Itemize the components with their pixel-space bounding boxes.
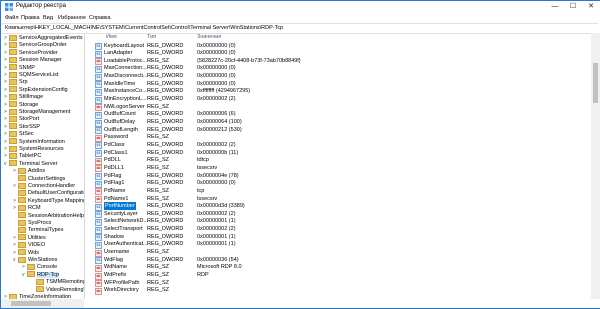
column-header-name[interactable]: Имя	[106, 33, 117, 41]
tree-item-label: ServiceGroupOrder	[19, 42, 67, 49]
tree-item-label: AddIns	[28, 168, 46, 175]
folder-icon	[18, 167, 26, 174]
folder-icon	[9, 34, 17, 41]
tree-item-label: Console	[37, 264, 58, 271]
registry-editor-window: Редактор реестра — ☐ ✕ Файл Правка Вид И…	[0, 0, 600, 309]
tree-item-label: SQMServiceList	[19, 72, 59, 78]
tree-item-label: ConnectionHandler	[28, 183, 76, 189]
tree-item-label: SysProcs	[28, 220, 52, 226]
folder-icon	[18, 219, 26, 226]
tree-item-label: Session Manager	[19, 57, 62, 64]
value-type: REG_SZ	[147, 287, 170, 294]
tree-item-label: ServiceAggregatedEvents	[19, 35, 83, 41]
tree-item-label: TSMMRemotingAl	[46, 279, 84, 286]
menu-favorites[interactable]: Избранное	[58, 15, 86, 21]
tree-item-label: Utilities	[28, 234, 46, 241]
folder-icon	[9, 71, 17, 78]
folder-icon	[18, 249, 26, 256]
tree-item-label: VideoRemotingWi	[46, 286, 84, 293]
menu-bar: Файл Правка Вид Избранное Справка	[1, 13, 600, 23]
tree-item-label: StSec	[19, 131, 34, 138]
folder-icon	[18, 241, 26, 248]
column-header-type[interactable]: Тип	[147, 33, 156, 41]
tree-item-label: KeyboardType Mapping	[28, 197, 85, 204]
folder-icon	[9, 64, 17, 71]
folder-icon	[18, 175, 26, 182]
tree-item-label: Terminal Server	[19, 160, 58, 167]
tree-item-label: RDP-Tcp	[37, 271, 60, 278]
tree-item-label: StorageManagement	[19, 109, 71, 115]
tree-item-label: DefaultUserConfiguration	[28, 190, 85, 197]
folder-icon	[18, 256, 26, 263]
registry-editor-icon	[5, 3, 13, 11]
folder-icon	[9, 138, 17, 145]
folder-icon	[9, 145, 17, 152]
folder-icon	[9, 160, 17, 167]
tree-item-label: SessionArbitrationHelper	[28, 212, 85, 219]
menu-help[interactable]: Справка	[89, 15, 111, 21]
folder-icon	[9, 93, 17, 100]
title-bar: Редактор реестра — ☐ ✕	[1, 1, 600, 13]
tree-item-label: Srp	[19, 79, 28, 86]
tree-item-label: TerminalTypes	[28, 227, 64, 234]
folder-icon	[18, 204, 26, 211]
folder-icon	[9, 41, 17, 48]
folder-icon	[18, 226, 26, 233]
folder-icon	[9, 101, 17, 108]
tree-item-label: ServiceProvider	[19, 49, 58, 56]
address-path[interactable]: Компьютер\HKEY_LOCAL_MACHINE\SYSTEM\Curr…	[5, 25, 283, 31]
folder-icon	[9, 78, 17, 85]
folder-icon	[18, 182, 26, 189]
scrollbar-thumb[interactable]	[11, 301, 51, 306]
minimize-button[interactable]: —	[546, 1, 564, 13]
close-button[interactable]: ✕	[582, 1, 600, 13]
folder-icon	[9, 108, 17, 115]
scrollbar-thumb[interactable]	[593, 63, 598, 103]
folder-icon	[27, 271, 35, 278]
folder-icon	[9, 86, 17, 93]
folder-icon	[27, 263, 35, 270]
tree-item-label: SNMP	[19, 64, 35, 71]
window-title: Редактор реестра	[16, 3, 66, 9]
menu-edit[interactable]: Правка	[21, 15, 40, 21]
folder-icon	[18, 189, 26, 196]
values-pane[interactable]: Имя Тип Значение 01 KeyboardLayout REG_DWO…	[89, 33, 591, 299]
folder-icon	[9, 130, 17, 137]
maximize-button[interactable]: ☐	[564, 1, 582, 13]
value-name: WorkDirectory	[104, 287, 139, 294]
horizontal-scrollbar[interactable]	[1, 299, 84, 308]
folder-icon	[9, 152, 17, 159]
tree-item-label: TabletPC	[19, 153, 42, 160]
tree-item-label: SystemResources	[19, 146, 64, 152]
folder-icon	[9, 49, 17, 56]
folder-icon	[9, 56, 17, 63]
tree-item-label: Storage	[19, 101, 39, 108]
folder-icon	[36, 278, 44, 285]
value-row[interactable]: ab WorkDirectory REG_SZ	[89, 286, 589, 295]
key-tree-pane[interactable]: > ServiceAggregatedEvents > ServiceGroupOrd…	[1, 33, 85, 299]
vertical-scrollbar[interactable]	[591, 33, 600, 299]
folder-icon	[18, 197, 26, 204]
tree-item-label: SrpExtensionConfig	[19, 86, 68, 93]
folder-icon	[9, 115, 17, 122]
folder-icon	[18, 212, 26, 219]
tree-item-label: StillImage	[19, 94, 44, 101]
folder-icon	[18, 234, 26, 241]
string-value-icon: ab	[95, 287, 102, 295]
folder-icon	[36, 286, 44, 293]
tree-item-label: StorSSP	[19, 123, 41, 130]
tree-item-label: ClusterSettings	[28, 175, 66, 182]
tree-item-label: StorPort	[19, 116, 40, 123]
menu-view[interactable]: Вид	[43, 15, 53, 21]
menu-file[interactable]: Файл	[5, 15, 19, 21]
tree-item-label: WinStations	[28, 257, 58, 263]
tree-item-label: Wds	[28, 249, 39, 256]
folder-icon	[9, 123, 17, 130]
column-header-value[interactable]: Значение	[197, 33, 221, 41]
tree-item-label: VIDEO	[28, 242, 46, 249]
tree-item-label: SystemInformation	[19, 138, 65, 145]
tree-item-label: RCM	[28, 205, 41, 212]
